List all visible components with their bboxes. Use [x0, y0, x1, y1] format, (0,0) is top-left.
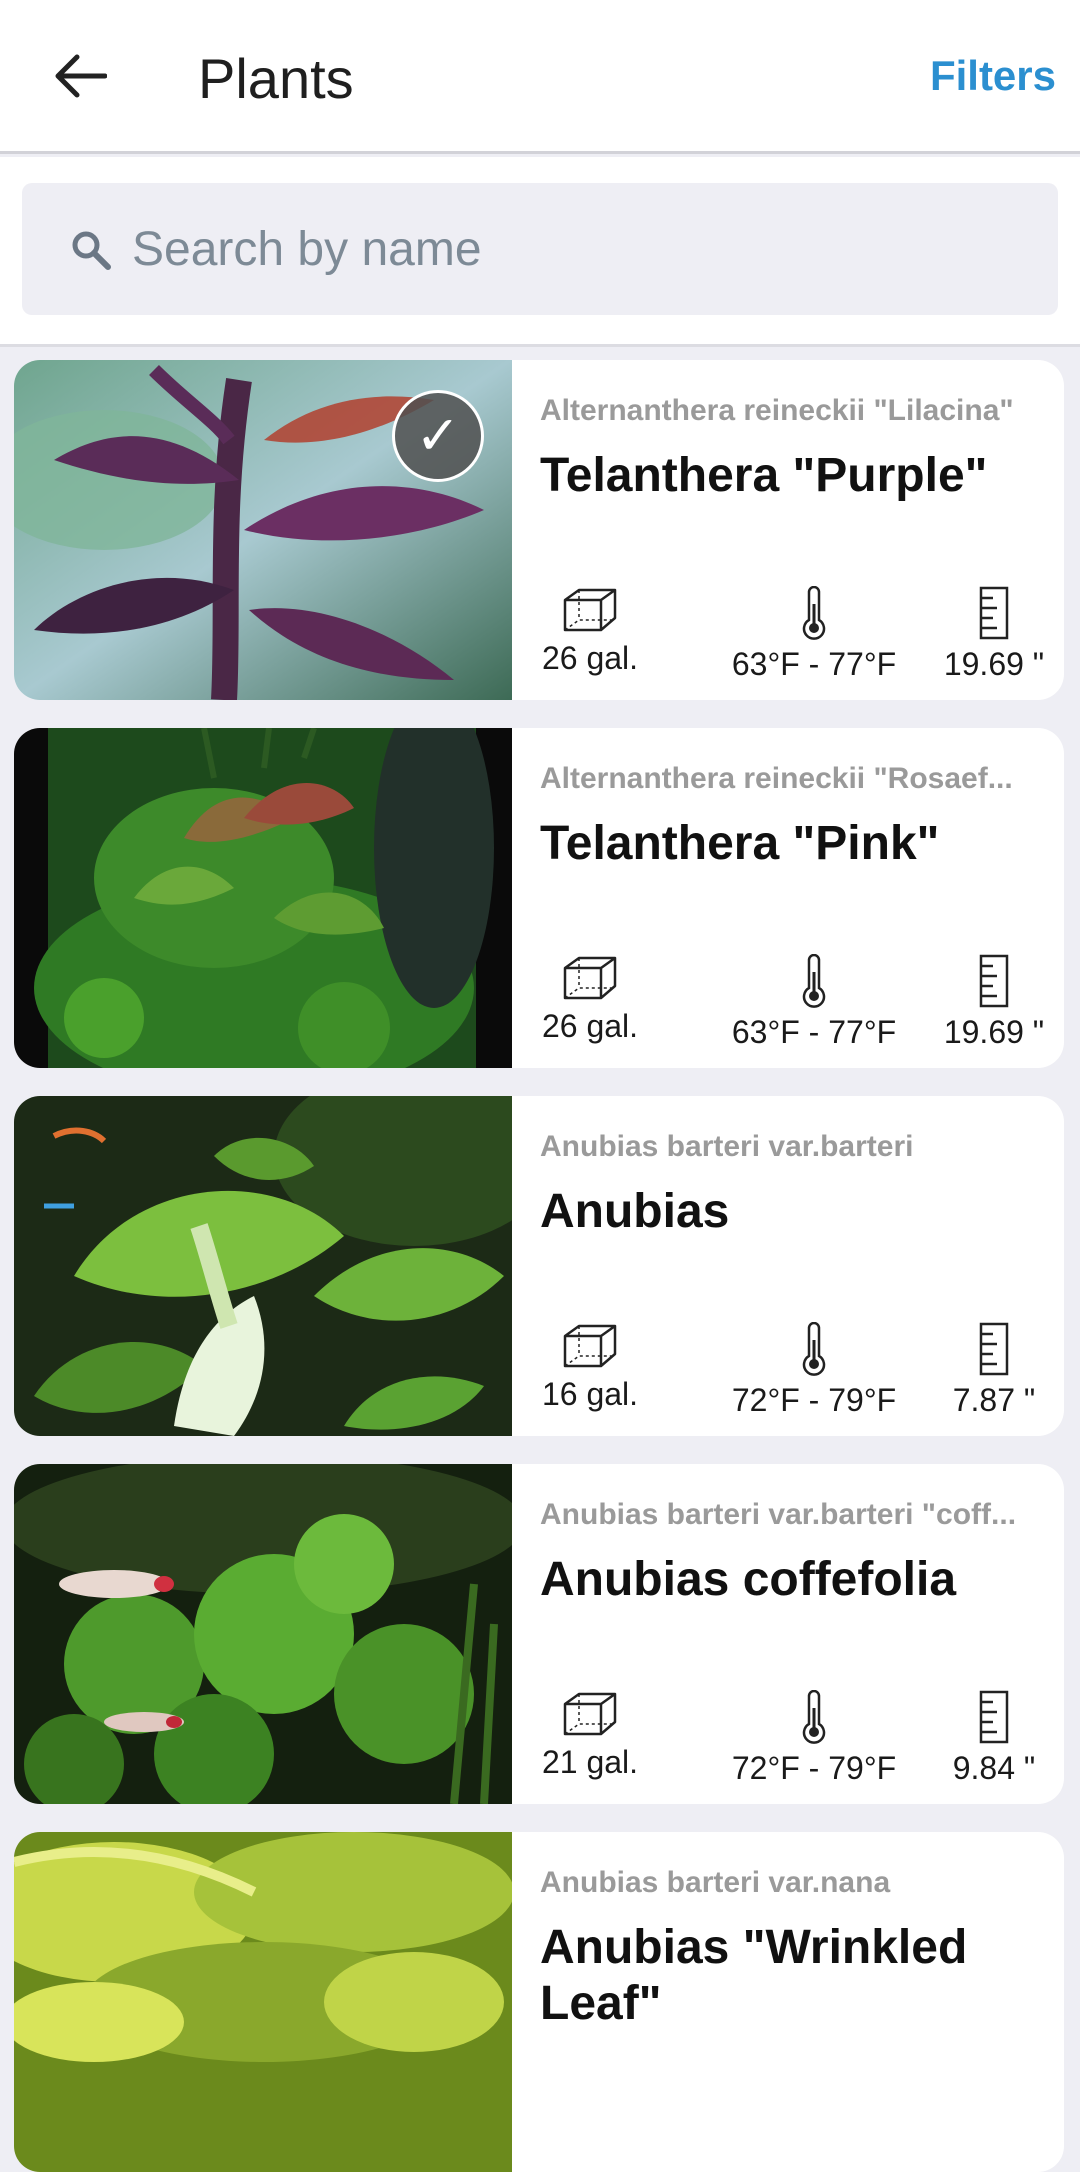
temperature-value: 63°F - 77°F [731, 646, 897, 682]
page-title: Plants [198, 47, 354, 110]
tank-icon [563, 1324, 617, 1368]
height-stat: 19.69 " [934, 954, 1054, 1054]
thermometer-icon [802, 954, 826, 1008]
plant-card[interactable]: Anubias barteri var.barteri Anubias 16 g… [14, 1096, 1064, 1436]
thermometer-icon [802, 1322, 826, 1376]
arrow-left-icon [55, 54, 107, 98]
tank-size-value: 26 gal. [541, 640, 639, 676]
tank-size-value: 26 gal. [541, 1008, 639, 1044]
height-stat: 7.87 " [934, 1322, 1054, 1422]
temperature-value: 63°F - 77°F [731, 1014, 897, 1050]
filters-button[interactable]: Filters [930, 52, 1056, 100]
plant-photo: ✓ [14, 360, 512, 700]
common-name: Anubias "Wrinkled Leaf" [540, 1921, 968, 2030]
plant-photo [14, 1464, 512, 1804]
tank-size-stat: 26 gal. [540, 954, 640, 1054]
common-name: Anubias [540, 1185, 730, 1238]
plant-card[interactable]: ✓ Alternanthera reineckii "Lilacina" Tel… [14, 360, 1064, 700]
plant-card[interactable]: Anubias barteri var.barteri "coff... Anu… [14, 1464, 1064, 1804]
ruler-icon [979, 586, 1009, 640]
app-bar: Plants Filters [0, 0, 1080, 154]
plant-photo [14, 1096, 512, 1436]
tank-icon [563, 956, 617, 1000]
height-stat: 19.69 " [934, 586, 1054, 686]
ruler-icon [979, 1690, 1009, 1744]
selected-checkmark-icon: ✓ [392, 390, 484, 482]
search-icon [72, 231, 111, 270]
tank-size-value: 21 gal. [541, 1744, 639, 1780]
temperature-value: 72°F - 79°F [731, 1750, 897, 1786]
height-value: 19.69 " [943, 646, 1045, 682]
temperature-stat: 72°F - 79°F [704, 1322, 924, 1422]
temperature-stat: 63°F - 77°F [704, 586, 924, 686]
plant-card[interactable]: Alternanthera reineckii "Rosaef... Telan… [14, 728, 1064, 1068]
temperature-value: 72°F - 79°F [731, 1382, 897, 1418]
plant-card[interactable]: Anubias barteri var.nana Anubias "Wrinkl… [14, 1832, 1064, 2172]
scientific-name: Anubias barteri var.barteri [540, 1130, 914, 1163]
scientific-name: Anubias barteri var.barteri "coff... [540, 1498, 1017, 1531]
back-button[interactable] [40, 40, 120, 112]
ruler-icon [979, 1322, 1009, 1376]
tank-size-stat: 16 gal. [540, 1322, 640, 1422]
search-box[interactable] [22, 183, 1058, 315]
search-section [0, 157, 1080, 347]
scientific-name: Anubias barteri var.nana [540, 1866, 891, 1899]
common-name: Telanthera "Purple" [540, 449, 988, 502]
height-value: 7.87 " [952, 1382, 1036, 1418]
tank-size-stat: 26 gal. [540, 586, 640, 686]
thermometer-icon [802, 586, 826, 640]
temperature-stat: 63°F - 77°F [704, 954, 924, 1054]
common-name: Telanthera "Pink" [540, 817, 940, 870]
plant-photo [14, 1832, 512, 2172]
height-stat: 9.84 " [934, 1690, 1054, 1790]
plant-photo [14, 728, 512, 1068]
scientific-name: Alternanthera reineckii "Lilacina" [540, 394, 1014, 427]
tank-size-stat: 21 gal. [540, 1690, 640, 1790]
temperature-stat: 72°F - 79°F [704, 1690, 924, 1790]
height-value: 9.84 " [952, 1750, 1036, 1786]
scientific-name: Alternanthera reineckii "Rosaef... [540, 762, 1013, 795]
search-input[interactable] [132, 213, 1012, 285]
height-value: 19.69 " [943, 1014, 1045, 1050]
ruler-icon [979, 954, 1009, 1008]
tank-icon [563, 588, 617, 632]
tank-size-value: 16 gal. [541, 1376, 639, 1412]
thermometer-icon [802, 1690, 826, 1744]
tank-icon [563, 1692, 617, 1736]
common-name: Anubias coffefolia [540, 1553, 957, 1606]
